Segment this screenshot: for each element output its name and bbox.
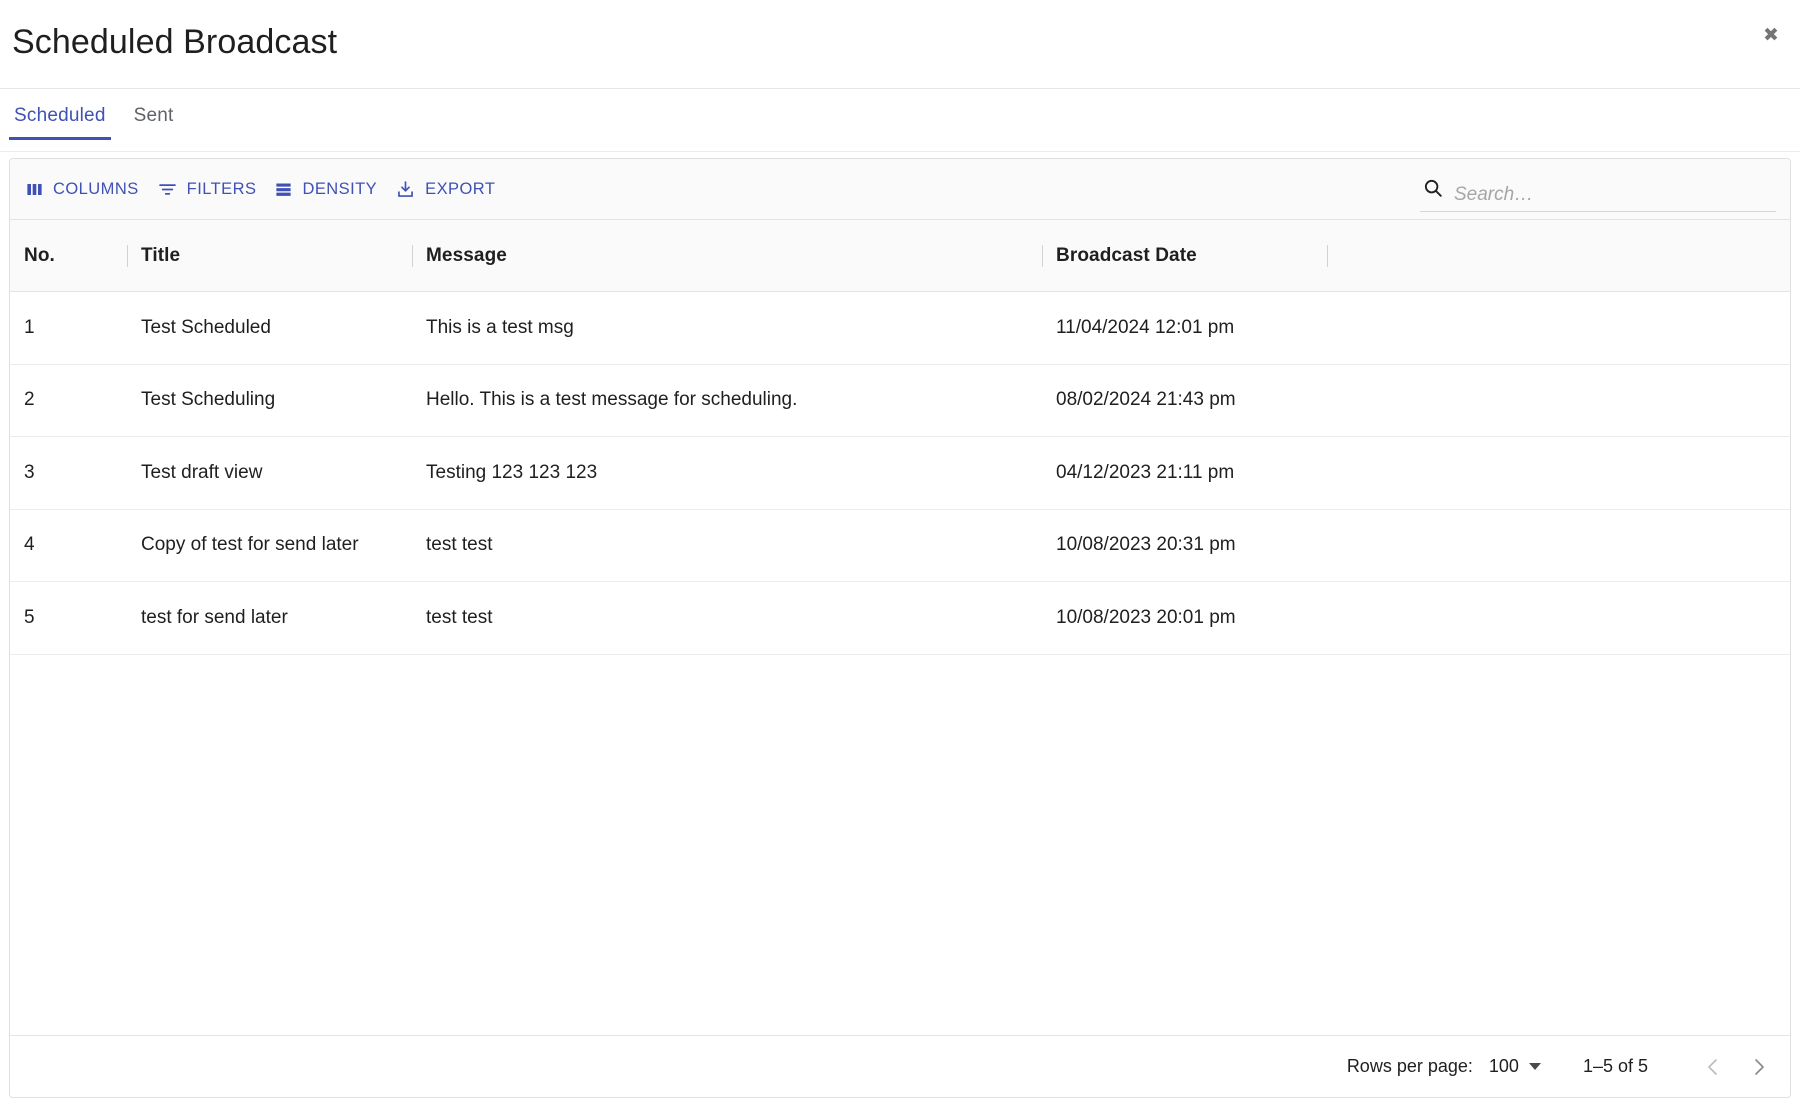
pagination-bar: Rows per page: 100 1–5 of 5	[10, 1035, 1790, 1097]
cell-message: This is a test msg	[426, 316, 574, 338]
column-separator[interactable]	[127, 244, 128, 267]
filters-button[interactable]: FILTERS	[148, 172, 266, 207]
cell-message: Hello. This is a test message for schedu…	[426, 389, 798, 411]
table-row[interactable]: 5 test for send later test test 10/08/20…	[10, 582, 1790, 655]
density-label: DENSITY	[302, 179, 378, 198]
column-header-title[interactable]: Title	[127, 244, 412, 267]
cell-no: 5	[24, 606, 35, 628]
close-icon[interactable]: ✖	[1754, 18, 1788, 52]
cell-title: Test Scheduling	[141, 389, 276, 411]
cell-title: Test draft view	[141, 461, 263, 483]
filter-icon	[157, 179, 178, 200]
density-button[interactable]: DENSITY	[265, 173, 386, 206]
tab-bar: Scheduled Sent	[0, 96, 1800, 152]
filters-label: FILTERS	[186, 179, 257, 198]
column-header-message-label: Message	[426, 244, 507, 266]
cell-broadcast-date: 11/04/2024 12:01 pm	[1056, 316, 1235, 338]
column-separator[interactable]	[412, 244, 413, 267]
cell-message: test test	[426, 534, 493, 556]
cell-no: 2	[24, 389, 35, 411]
chevron-down-icon	[1528, 1063, 1541, 1070]
table-row[interactable]: 1 Test Scheduled This is a test msg 11/0…	[10, 292, 1790, 365]
next-page-button[interactable]	[1736, 1044, 1782, 1090]
cell-title: Test Scheduled	[141, 316, 271, 338]
cell-broadcast-date: 10/08/2023 20:31 pm	[1056, 534, 1236, 556]
rows-per-page-select[interactable]: 100	[1489, 1056, 1541, 1077]
columns-label: COLUMNS	[53, 179, 139, 198]
cell-no: 4	[24, 534, 35, 556]
column-header-message[interactable]: Message	[412, 244, 1042, 267]
density-icon	[274, 180, 293, 199]
previous-page-button[interactable]	[1690, 1044, 1736, 1090]
data-grid: COLUMNS FILTERS DENSITY EXPORT Search… N…	[9, 158, 1791, 1098]
table-row[interactable]: 2 Test Scheduling Hello. This is a test …	[10, 365, 1790, 437]
search-input[interactable]	[1454, 183, 1774, 206]
cell-no: 3	[24, 461, 35, 483]
cell-message: test test	[426, 606, 493, 628]
table-body: 1 Test Scheduled This is a test msg 11/0…	[10, 292, 1790, 870]
cell-broadcast-date: 04/12/2023 21:11 pm	[1056, 461, 1235, 483]
cell-title: test for send later	[141, 606, 288, 628]
table-empty-space	[10, 654, 1790, 870]
cell-title: Copy of test for send later	[141, 534, 359, 556]
scheduled-broadcast-dialog: Scheduled Broadcast ✖ Scheduled Sent COL…	[0, 0, 1800, 1110]
header-divider	[0, 88, 1800, 89]
search-icon	[1422, 177, 1444, 206]
tab-scheduled[interactable]: Scheduled	[0, 96, 120, 140]
columns-icon	[25, 180, 44, 199]
column-header-title-label: Title	[141, 244, 181, 266]
column-header-broadcast-date-label: Broadcast Date	[1056, 244, 1197, 266]
download-icon	[395, 179, 416, 200]
cell-no: 1	[24, 316, 35, 338]
export-label: EXPORT	[425, 179, 496, 198]
cell-broadcast-date: 10/08/2023 20:01 pm	[1056, 606, 1236, 628]
column-separator[interactable]	[1042, 244, 1043, 267]
dialog-header: Scheduled Broadcast ✖	[0, 0, 1800, 97]
page-title: Scheduled Broadcast	[12, 23, 338, 61]
pagination-range: 1–5 of 5	[1582, 1056, 1648, 1076]
column-separator[interactable]	[1327, 244, 1328, 267]
tab-sent[interactable]: Sent	[120, 96, 188, 140]
grid-toolbar: COLUMNS FILTERS DENSITY EXPORT Search…	[10, 159, 1790, 219]
cell-message: Testing 123 123 123	[426, 461, 598, 483]
cell-broadcast-date: 08/02/2024 21:43 pm	[1056, 389, 1236, 411]
toolbar-actions: COLUMNS FILTERS DENSITY EXPORT	[16, 172, 504, 207]
rows-per-page-label: Rows per page:	[1346, 1056, 1473, 1076]
tab-bar-divider	[0, 151, 1800, 152]
table-row[interactable]: 3 Test draft view Testing 123 123 123 04…	[10, 437, 1790, 510]
column-header-no[interactable]: No.	[10, 245, 127, 267]
table-row[interactable]: 4 Copy of test for send later test test …	[10, 510, 1790, 582]
column-header-broadcast-date[interactable]: Broadcast Date	[1042, 244, 1327, 267]
search-field[interactable]	[1420, 177, 1776, 212]
table-header-row: No. Title Message Broadcast Date	[10, 219, 1790, 292]
rows-per-page-value: 100	[1488, 1056, 1519, 1076]
export-button[interactable]: EXPORT	[386, 172, 504, 207]
columns-button[interactable]: COLUMNS	[16, 173, 148, 206]
